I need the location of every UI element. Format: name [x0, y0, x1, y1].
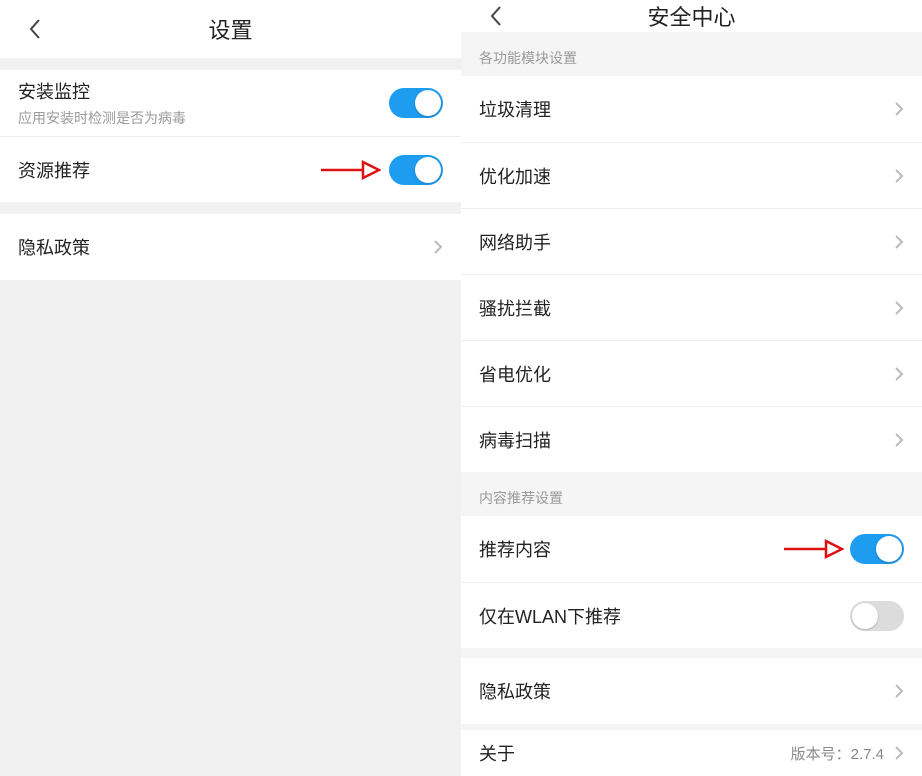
about-group: 关于 版本号：2.7.4: [461, 730, 922, 776]
chevron-right-icon: [894, 366, 904, 382]
page-title: 安全中心: [461, 0, 922, 32]
content-group: 推荐内容 仅在WLAN下推荐: [461, 516, 922, 648]
row-recommend-content[interactable]: 推荐内容: [461, 516, 922, 582]
settings-group-1: 安装监控 应用安装时检测是否为病毒 资源推荐: [0, 70, 461, 202]
row-install-monitor[interactable]: 安装监控 应用安装时检测是否为病毒: [0, 70, 461, 136]
settings-group-2: 隐私政策: [0, 214, 461, 280]
group-header-modules: 各功能模块设置: [461, 32, 922, 76]
privacy-group: 隐私政策: [461, 658, 922, 724]
row-title: 安装监控: [18, 78, 389, 104]
row-privacy-policy[interactable]: 隐私政策: [0, 214, 461, 280]
chevron-right-icon: [433, 239, 443, 255]
row-boost[interactable]: 优化加速: [461, 142, 922, 208]
toggle-wlan-only[interactable]: [850, 601, 904, 631]
toggle-recommend-content[interactable]: [850, 534, 904, 564]
chevron-right-icon: [894, 745, 904, 761]
security-center-pane: 安全中心 各功能模块设置 垃圾清理 优化加速 网络助手 骚扰拦截 省电优化: [461, 0, 922, 776]
row-harassment-block[interactable]: 骚扰拦截: [461, 274, 922, 340]
row-title: 垃圾清理: [479, 96, 894, 122]
group-header-content: 内容推荐设置: [461, 472, 922, 516]
header: 安全中心: [461, 0, 922, 32]
chevron-right-icon: [894, 432, 904, 448]
chevron-right-icon: [894, 101, 904, 117]
toggle-resource-recommend[interactable]: [389, 155, 443, 185]
row-title: 推荐内容: [479, 536, 850, 562]
page-title: 设置: [0, 13, 461, 45]
version-label: 版本号：2.7.4: [791, 743, 884, 764]
row-title: 网络助手: [479, 229, 894, 255]
row-subtitle: 应用安装时检测是否为病毒: [18, 108, 389, 128]
row-resource-recommend[interactable]: 资源推荐: [0, 136, 461, 202]
row-title: 隐私政策: [18, 234, 433, 260]
chevron-right-icon: [894, 300, 904, 316]
toggle-install-monitor[interactable]: [389, 88, 443, 118]
row-wlan-only[interactable]: 仅在WLAN下推荐: [461, 582, 922, 648]
row-power-saving[interactable]: 省电优化: [461, 340, 922, 406]
modules-group: 垃圾清理 优化加速 网络助手 骚扰拦截 省电优化 病毒扫描: [461, 76, 922, 472]
header: 设置: [0, 0, 461, 58]
settings-pane: 设置 安装监控 应用安装时检测是否为病毒 资源推荐: [0, 0, 461, 776]
back-icon[interactable]: [489, 5, 503, 27]
back-icon[interactable]: [28, 18, 42, 40]
row-virus-scan[interactable]: 病毒扫描: [461, 406, 922, 472]
chevron-right-icon: [894, 683, 904, 699]
row-title: 关于: [479, 740, 791, 766]
row-title: 仅在WLAN下推荐: [479, 603, 850, 629]
row-title: 病毒扫描: [479, 427, 894, 453]
row-trash-clean[interactable]: 垃圾清理: [461, 76, 922, 142]
row-title: 优化加速: [479, 163, 894, 189]
row-title: 隐私政策: [479, 678, 894, 704]
row-network-assist[interactable]: 网络助手: [461, 208, 922, 274]
row-title: 骚扰拦截: [479, 295, 894, 321]
row-title: 资源推荐: [18, 157, 389, 183]
row-privacy-policy[interactable]: 隐私政策: [461, 658, 922, 724]
chevron-right-icon: [894, 168, 904, 184]
row-title: 省电优化: [479, 361, 894, 387]
chevron-right-icon: [894, 234, 904, 250]
row-about[interactable]: 关于 版本号：2.7.4: [461, 730, 922, 776]
